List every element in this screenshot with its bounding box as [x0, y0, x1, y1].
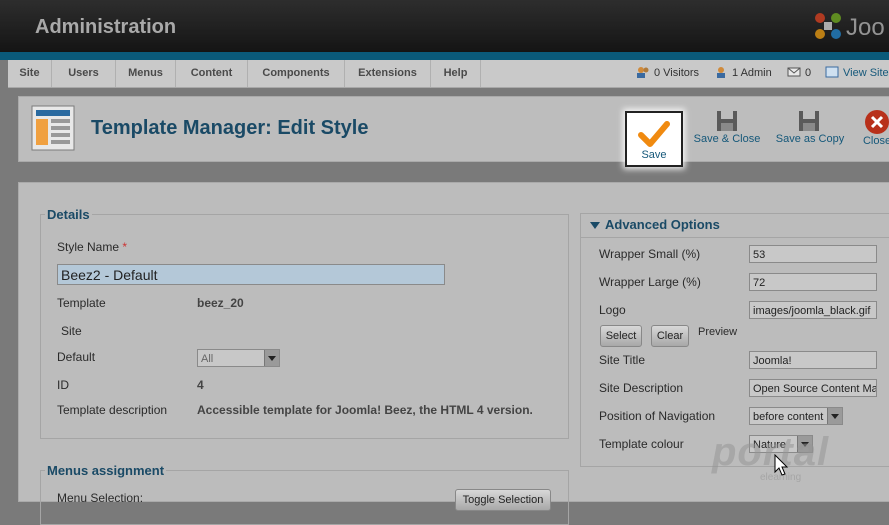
save-label: Save	[641, 149, 667, 161]
menu-components[interactable]: Components	[248, 60, 345, 87]
mouse-cursor-icon	[774, 454, 789, 476]
navigation-position-label: Position of Navigation	[599, 409, 716, 423]
save-close-icon	[717, 111, 737, 131]
save-copy-icon	[799, 111, 819, 131]
description-label: Template description	[57, 403, 168, 417]
advanced-options-header[interactable]: Advanced Options	[580, 213, 889, 238]
watermark-logo: portal	[712, 430, 830, 474]
style-name-input[interactable]: Beez2 - Default	[57, 264, 445, 285]
navigation-position-value: before content	[753, 411, 824, 423]
chevron-down-icon	[264, 350, 279, 366]
site-description-label: Site Description	[599, 381, 684, 395]
description-value: Accessible template for Joomla! Beez, th…	[197, 403, 533, 417]
messages-status[interactable]: 0	[787, 66, 811, 79]
page-title: Template Manager: Edit Style	[91, 117, 369, 139]
wrapper-small-label: Wrapper Small (%)	[599, 247, 701, 261]
site-title-label: Site Title	[599, 353, 646, 367]
style-name-label: Style Name *	[57, 240, 128, 254]
main-menu-bar: Site Users Menus Content Components Exte…	[8, 60, 889, 88]
details-legend: Details	[47, 207, 90, 222]
close-label: Close	[862, 135, 889, 147]
save-copy-button[interactable]: Save as Copy	[773, 109, 847, 145]
toggle-selection-button[interactable]: Toggle Selection	[455, 489, 551, 511]
admin-icon	[717, 67, 725, 78]
menu-content[interactable]: Content	[176, 60, 248, 87]
save-checkmark-icon	[638, 121, 670, 147]
template-value: beez_20	[197, 296, 244, 310]
joomla-logo-icon	[815, 13, 841, 39]
save-close-label: Save & Close	[693, 133, 761, 145]
logo-label: Logo	[599, 303, 626, 317]
admins-status: 1 Admin	[714, 66, 772, 79]
visitors-icon	[637, 67, 649, 78]
mail-icon	[787, 67, 801, 77]
admin-title: Administration	[35, 16, 177, 38]
select-button[interactable]: Select	[600, 325, 642, 347]
required-marker: *	[122, 240, 128, 254]
brand-text: Joo	[846, 14, 885, 41]
close-button[interactable]: Close	[857, 109, 889, 147]
chevron-down-icon	[827, 408, 842, 424]
collapse-arrow-icon	[590, 222, 600, 229]
menus-assignment-legend: Menus assignment	[47, 463, 165, 478]
advanced-options-title: Advanced Options	[605, 217, 720, 232]
menu-site[interactable]: Site	[8, 60, 52, 87]
site-description-input[interactable]: Open Source Content Man	[749, 379, 877, 397]
wrapper-small-input[interactable]: 53	[749, 245, 877, 263]
save-copy-label: Save as Copy	[775, 133, 845, 145]
view-site-link[interactable]: View Site	[825, 66, 889, 79]
menu-selection-label: Menu Selection:	[57, 491, 144, 505]
visitors-count: 0 Visitors	[654, 67, 700, 79]
admin-header: Administration Joo	[0, 0, 889, 52]
logo-input[interactable]: images/joomla_black.gif	[749, 301, 877, 319]
template-colour-label: Template colour	[599, 437, 684, 451]
wrapper-large-input[interactable]: 72	[749, 273, 877, 291]
view-site-icon	[825, 66, 839, 78]
site-title-input[interactable]: Joomla!	[749, 351, 877, 369]
toolbar-box: Template Manager: Edit Style Save & Clos…	[18, 96, 889, 162]
menu-menus[interactable]: Menus	[116, 60, 176, 87]
clear-button[interactable]: Clear	[651, 325, 689, 347]
menu-extensions[interactable]: Extensions	[345, 60, 431, 87]
admins-count: 1 Admin	[732, 67, 772, 79]
default-select[interactable]: All	[197, 349, 280, 367]
navigation-position-select[interactable]: before content	[749, 407, 843, 425]
close-icon	[865, 110, 889, 134]
view-site-label: View Site	[843, 67, 889, 79]
menu-help[interactable]: Help	[431, 60, 481, 87]
template-manager-icon	[31, 105, 75, 151]
site-label: Site	[61, 324, 82, 338]
preview-label: Preview	[698, 326, 738, 338]
save-button[interactable]: Save	[625, 111, 683, 167]
default-value: All	[201, 353, 214, 365]
messages-count: 0	[805, 67, 812, 79]
wrapper-large-label: Wrapper Large (%)	[599, 275, 701, 289]
menu-users[interactable]: Users	[52, 60, 116, 87]
template-label: Template	[57, 296, 106, 310]
header-band	[0, 52, 889, 60]
visitors-status: 0 Visitors	[636, 66, 699, 79]
default-label: Default	[57, 350, 96, 364]
save-close-button[interactable]: Save & Close	[691, 109, 763, 145]
id-label: ID	[57, 378, 69, 392]
id-value: 4	[197, 378, 204, 392]
